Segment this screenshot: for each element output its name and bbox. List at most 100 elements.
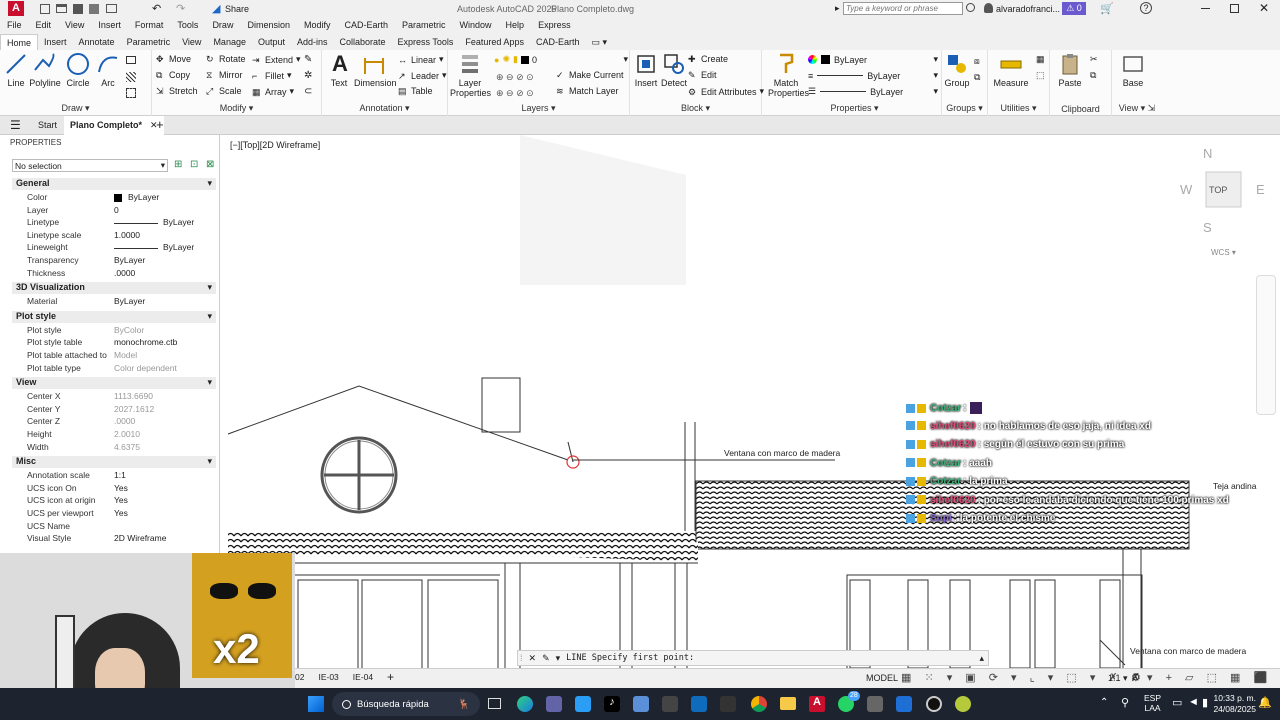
groups-panel-label[interactable]: Groups ▾	[942, 103, 987, 114]
task-view-icon[interactable]	[488, 698, 501, 709]
qat-undo-icon[interactable]: ↶	[152, 2, 161, 15]
qat-print-icon[interactable]	[106, 4, 117, 13]
clock[interactable]: 10:33 p. m. 24/08/2025	[1208, 693, 1256, 715]
close-icon[interactable]: ✕	[1259, 1, 1269, 15]
select-all-icon[interactable]: ⬚	[1036, 70, 1045, 81]
menu-modify[interactable]: Modify	[297, 18, 338, 34]
notification-badge[interactable]: ⚠ 0	[1062, 2, 1086, 15]
user-name[interactable]: alvaradofranci...	[996, 4, 1060, 14]
qat-saveas-icon[interactable]	[89, 4, 99, 14]
ribbon-tab-featured-apps[interactable]: Featured Apps	[459, 34, 530, 50]
viewcube-north[interactable]: N	[1203, 146, 1212, 161]
dimension-button[interactable]: Dimension	[354, 52, 397, 88]
location-icon[interactable]: ⚲	[1121, 696, 1129, 709]
make-current-button[interactable]: ✓ Make Current	[556, 70, 624, 80]
block-panel-label[interactable]: Block ▾	[630, 103, 761, 114]
app-icon[interactable]	[575, 696, 591, 712]
stretch-button[interactable]: ⇲ Stretch	[156, 86, 198, 96]
quick-select-icon[interactable]: ⊠	[206, 159, 214, 170]
notification-center-icon[interactable]: 🔔	[1258, 696, 1272, 709]
model-space-button[interactable]: MODEL	[866, 673, 898, 683]
group-edit-icon[interactable]: ⧉	[974, 72, 980, 83]
windows-start-icon[interactable]	[308, 696, 324, 712]
move-button[interactable]: ✥ Move	[156, 54, 191, 64]
select-objects-icon[interactable]: ⊡	[190, 159, 198, 170]
capture-icon[interactable]	[720, 696, 736, 712]
qat-new-icon[interactable]	[40, 4, 50, 14]
extend-button[interactable]: ⇥ Extend ▾	[252, 54, 301, 65]
calculator-icon[interactable]: ▦	[1036, 54, 1045, 65]
gradient-icon[interactable]	[126, 88, 136, 98]
menu-cad-earth[interactable]: CAD-Earth	[338, 18, 396, 34]
table-button[interactable]: ▤ Table	[398, 86, 433, 96]
viewcube-top[interactable]: TOP	[1209, 185, 1227, 195]
property-row[interactable]: Plot style table monochrome.ctb	[12, 337, 216, 350]
menu-express[interactable]: Express	[531, 18, 578, 34]
ribbon-tab-collaborate[interactable]: Collaborate	[334, 34, 392, 50]
linetype-dropdown[interactable]: ≡ ByLayer ▾	[808, 69, 938, 82]
property-row[interactable]: Material ByLayer	[12, 296, 216, 309]
property-row[interactable]: Annotation scale 1:1	[12, 470, 216, 483]
cut-icon[interactable]: ✂	[1090, 54, 1098, 65]
match-properties-button[interactable]: Match Properties	[768, 52, 809, 98]
property-row[interactable]: Color ByLayer	[12, 192, 216, 205]
minimize-icon[interactable]	[1201, 8, 1210, 9]
property-row[interactable]: Center Y 2027.1612	[12, 404, 216, 417]
menu-file[interactable]: File	[0, 18, 29, 34]
camera-icon[interactable]	[662, 696, 678, 712]
insert-button[interactable]: Insert	[634, 52, 658, 88]
paste-button[interactable]: Paste	[1056, 52, 1084, 88]
property-row[interactable]: Width 4.6375	[12, 442, 216, 455]
navigation-bar[interactable]	[1256, 275, 1276, 415]
property-row[interactable]: Plot table attached to Model	[12, 350, 216, 363]
text-button[interactable]: A Text	[328, 52, 350, 89]
ribbon-tab-insert[interactable]: Insert	[38, 34, 73, 50]
help-icon[interactable]: ?	[1140, 2, 1152, 14]
chevron-right-icon[interactable]: ▸	[835, 3, 840, 14]
tiktok-icon[interactable]: ♪	[604, 696, 620, 712]
close-command-icon[interactable]: ✕	[529, 653, 537, 664]
ribbon-tab-output[interactable]: Output	[252, 34, 291, 50]
utilities-panel-label[interactable]: Utilities ▾	[988, 103, 1049, 114]
property-row[interactable]: Layer 0	[12, 205, 216, 218]
ungroup-icon[interactable]: ⧈	[974, 56, 980, 67]
help-search-input[interactable]	[843, 2, 963, 15]
section-plot[interactable]: Plot style	[12, 310, 216, 323]
group-button[interactable]: Group	[944, 52, 970, 88]
arc-button[interactable]: Arc	[96, 52, 120, 88]
detect-button[interactable]: Detect	[660, 52, 688, 88]
edge-icon[interactable]	[517, 696, 533, 712]
property-row[interactable]: UCS icon at origin Yes	[12, 495, 216, 508]
cart-icon[interactable]: 🛒	[1100, 2, 1114, 15]
ribbon-tab-manage[interactable]: Manage	[207, 34, 252, 50]
qat-save-icon[interactable]	[73, 4, 83, 14]
outlook-icon[interactable]	[691, 696, 707, 712]
autocad-logo-icon[interactable]: A	[8, 1, 24, 16]
ribbon-tab-annotate[interactable]: Annotate	[73, 34, 121, 50]
volume-icon[interactable]: ◄	[1188, 696, 1199, 708]
match-layer-button[interactable]: ≋ Match Layer	[556, 86, 619, 96]
menu-dimension[interactable]: Dimension	[240, 18, 297, 34]
customize-icon[interactable]: ✎	[542, 653, 550, 664]
autocad-taskbar-icon[interactable]: A	[809, 696, 825, 712]
ribbon-options-icon[interactable]: ▭ ▾	[585, 34, 613, 50]
selection-dropdown[interactable]: No selection ▾	[12, 159, 168, 172]
draw-panel-label[interactable]: Draw ▾	[0, 103, 151, 114]
menu-format[interactable]: Format	[128, 18, 171, 34]
search-icon[interactable]	[966, 3, 975, 12]
share-button[interactable]: Share	[225, 4, 249, 14]
taskbar-search[interactable]: Búsqueda rápida 🦌	[332, 692, 480, 716]
hatch-icon[interactable]	[126, 72, 136, 82]
menu-view[interactable]: View	[58, 18, 91, 34]
mirror-button[interactable]: ⧖ Mirror	[206, 70, 243, 80]
app-icon[interactable]	[896, 696, 912, 712]
ribbon-tab-view[interactable]: View	[176, 34, 207, 50]
line-button[interactable]: Line	[4, 52, 28, 88]
scale-button[interactable]: ⤢ Scale	[206, 86, 242, 96]
status-right-icons[interactable]: ▾ + ▱ ⬚ ▦ ⬛ ▣ ☰	[1147, 671, 1280, 684]
layout-tab[interactable]: IE-04	[353, 672, 373, 682]
property-row[interactable]: Center Z .0000	[12, 416, 216, 429]
section-viz3d[interactable]: 3D Visualization	[12, 282, 216, 295]
menu-edit[interactable]: Edit	[29, 18, 59, 34]
layer-tools-icon[interactable]: ⊕ ⊖ ⊘ ⊙	[496, 72, 534, 83]
